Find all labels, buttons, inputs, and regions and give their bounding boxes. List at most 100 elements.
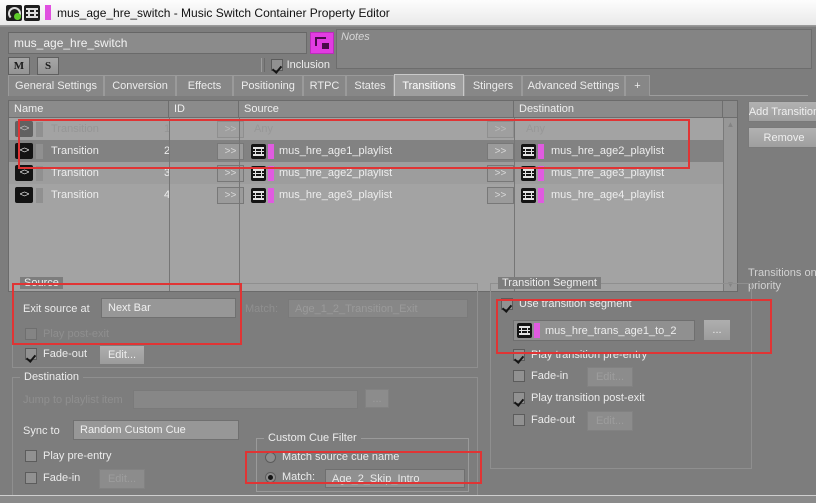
source-group-legend: Source (20, 277, 63, 289)
transition-icon: <> (15, 165, 33, 181)
play-transition-post-exit-checkbox[interactable] (513, 392, 525, 404)
play-post-exit-checkbox[interactable] (25, 328, 37, 340)
row-name: Transition (51, 167, 99, 179)
use-transition-segment-checkbox[interactable] (501, 298, 513, 310)
jump-to-browse-button[interactable]: ... (365, 389, 389, 408)
play-pre-entry-row[interactable]: Play pre-entry (25, 450, 111, 462)
transition-segment-field[interactable]: mus_hre_trans_age1_to_2 (513, 320, 695, 341)
transition-fade-in-row[interactable]: Fade-in (513, 370, 568, 382)
source-fade-out-label: Fade-out (43, 348, 88, 360)
table-vertical-scrollbar[interactable]: ▲ ▼ (723, 118, 737, 291)
solo-button[interactable]: S (37, 57, 60, 75)
play-pre-entry-checkbox[interactable] (25, 450, 37, 462)
transition-fade-out-row[interactable]: Fade-out (513, 414, 575, 426)
music-segment-icon (517, 323, 532, 338)
music-playlist-icon (521, 187, 536, 203)
switch-shortcut-icon[interactable] (310, 32, 334, 54)
transition-segment-group: Transition Segment Use transition segmen… (490, 277, 752, 469)
sync-to-combo[interactable]: Random Custom Cue (73, 420, 239, 440)
exit-source-at-combo[interactable]: Next Bar (101, 298, 236, 318)
use-transition-segment-row[interactable]: Use transition segment (501, 298, 632, 310)
source-fade-out-edit-button[interactable]: Edit... (99, 345, 145, 365)
column-header-id[interactable]: ID (169, 101, 239, 117)
column-header-name[interactable]: Name (9, 101, 169, 117)
destination-fade-in-label: Fade-in (43, 472, 81, 484)
mute-button[interactable]: M (8, 57, 30, 75)
play-transition-pre-entry-checkbox[interactable] (513, 349, 525, 361)
jump-to-playlist-item-label: Jump to playlist item (23, 394, 123, 406)
priority-note: Transitions on priority (748, 267, 816, 292)
sync-to-label: Sync to (23, 425, 60, 437)
match-source-cue-name-radio[interactable] (265, 451, 276, 463)
match-row[interactable]: Match: (265, 471, 315, 483)
jump-to-playlist-item-field[interactable] (133, 390, 358, 409)
tab-positioning[interactable]: Positioning (233, 75, 303, 96)
source-fade-out-row[interactable]: Fade-out (25, 348, 87, 360)
destination-browse-button[interactable]: >> (487, 164, 514, 182)
notes-field[interactable] (336, 29, 812, 69)
source-fade-out-checkbox[interactable] (25, 348, 37, 360)
play-post-exit-label: Play post-exit (43, 328, 110, 340)
tab-general-settings[interactable]: General Settings (8, 75, 104, 96)
switch-container-icon (24, 4, 40, 21)
object-name-field[interactable]: mus_age_hre_switch (8, 32, 307, 54)
tab-transitions[interactable]: Transitions (394, 74, 464, 96)
remove-button[interactable]: Remove (748, 127, 816, 148)
property-editor-window: mus_age_hre_switch - Music Switch Contai… (0, 0, 816, 503)
destination-group: Destination Jump to playlist item ... Sy… (12, 371, 478, 497)
destination-browse-button[interactable]: >> (487, 186, 514, 204)
row-destination: mus_hre_age2_playlist (551, 145, 665, 157)
object-color-bar (45, 5, 51, 20)
row-tag (36, 187, 43, 203)
destination-fade-in-row[interactable]: Fade-in (25, 472, 80, 484)
play-transition-post-exit-row[interactable]: Play transition post-exit (513, 392, 645, 404)
transition-fade-out-edit-button[interactable]: Edit... (587, 411, 633, 431)
transition-segment-browse-button[interactable]: ... (703, 319, 731, 341)
inclusion-grip (260, 58, 265, 72)
row-id: 4 (164, 189, 171, 201)
table-row[interactable]: <> Transition 3 >> mus_hre_age2_playlist… (9, 162, 737, 184)
tab-states[interactable]: States (346, 75, 394, 96)
add-transition-button[interactable]: Add Transition (748, 101, 816, 122)
transition-fade-in-edit-button[interactable]: Edit... (587, 367, 633, 387)
tab-rtpc[interactable]: RTPC (303, 75, 346, 96)
play-transition-pre-entry-row[interactable]: Play transition pre-entry (513, 349, 647, 361)
object-color-bar (538, 143, 544, 159)
destination-browse-button[interactable]: >> (487, 142, 514, 160)
destination-browse-button[interactable]: >> (487, 120, 514, 138)
transition-fade-out-checkbox[interactable] (513, 414, 525, 426)
scroll-up-icon[interactable]: ▲ (724, 118, 737, 131)
match-value-field[interactable]: Age_2_Skip_Intro (325, 469, 465, 488)
music-playlist-icon (521, 165, 536, 181)
tab-stingers[interactable]: Stingers (464, 75, 522, 96)
transition-fade-in-checkbox[interactable] (513, 370, 525, 382)
play-post-exit-row[interactable]: Play post-exit (25, 328, 109, 340)
table-row[interactable]: <> Transition 1 >> Any >> Any (9, 118, 737, 140)
match-radio[interactable] (265, 471, 276, 483)
table-row[interactable]: <> Transition 4 >> mus_hre_age3_playlist… (9, 184, 737, 206)
play-transition-pre-entry-label: Play transition pre-entry (531, 349, 648, 361)
column-header-source[interactable]: Source (239, 101, 514, 117)
row-destination: mus_hre_age4_playlist (551, 189, 665, 201)
inclusion-checkbox[interactable] (270, 59, 283, 71)
match-source-cue-name-label: Match source cue name (282, 451, 400, 463)
custom-cue-filter-group: Custom Cue Filter Match source cue name … (256, 432, 469, 492)
destination-fade-in-checkbox[interactable] (25, 472, 37, 484)
play-pre-entry-label: Play pre-entry (43, 450, 112, 462)
tab-add-button[interactable]: + (625, 75, 650, 96)
row-name: Transition (51, 123, 99, 135)
match-source-cue-name-row[interactable]: Match source cue name (265, 451, 399, 463)
source-match-label: Match: (245, 303, 279, 315)
exit-source-at-label: Exit source at (23, 303, 90, 315)
music-playlist-icon (251, 143, 266, 159)
tab-conversion[interactable]: Conversion (104, 75, 176, 96)
tab-advanced-settings[interactable]: Advanced Settings (522, 75, 625, 96)
column-header-destination[interactable]: Destination (514, 101, 723, 117)
destination-fade-in-edit-button[interactable]: Edit... (99, 469, 145, 489)
row-tag (36, 165, 43, 181)
source-match-field[interactable]: Age_1_2_Transition_Exit (288, 299, 468, 318)
row-tag (36, 143, 43, 159)
transition-fade-out-label: Fade-out (531, 414, 576, 426)
table-row[interactable]: <> Transition 2 >> mus_hre_age1_playlist… (9, 140, 737, 162)
tab-effects[interactable]: Effects (176, 75, 233, 96)
